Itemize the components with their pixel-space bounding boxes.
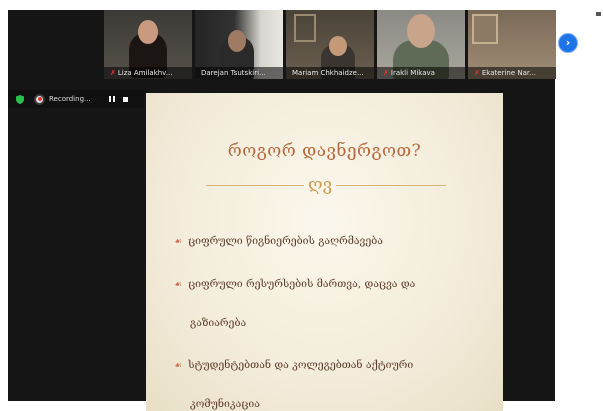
bullet-icon: ☙: [174, 361, 183, 371]
participant-name: Darejan Tsutskiri...: [195, 67, 283, 79]
mic-muted-icon: ✗: [474, 69, 480, 77]
person-face: [407, 14, 435, 48]
meeting-view: ✗ Liza Amilakhv... Darejan Tsutskiri... M…: [8, 10, 556, 411]
shield-icon[interactable]: [16, 94, 24, 104]
next-arrow-icon[interactable]: ›: [558, 33, 578, 53]
bullet-icon: ☙: [174, 280, 183, 290]
person-face: [228, 30, 246, 52]
participant-name-label: Darejan Tsutskiri...: [201, 69, 266, 77]
person-face: [138, 20, 158, 44]
participant-strip: ✗ Liza Amilakhv... Darejan Tsutskiri... M…: [104, 10, 556, 79]
bullet-item: ☙ ციფრული რესურსების მართვა, დაცვა და: [174, 278, 415, 290]
bullet-text: ციფრული რესურსების მართვა, დაცვა და: [188, 278, 416, 290]
participant-tile[interactable]: ✗ Ekaterine Nar...: [468, 10, 556, 79]
participant-name-label: Ekaterine Nar...: [481, 69, 536, 77]
bullet-item: ☙ სტუდენტებთან და კოლეგებთან აქტიური: [174, 359, 413, 371]
divider-left: [206, 185, 304, 186]
recording-bar: Recording...: [8, 90, 144, 108]
wall-picture: [472, 14, 498, 44]
shared-slide: როგორ დავნერგოთ? ღვ ☙ ციფრული წიგნიერების…: [146, 93, 503, 411]
participant-tile[interactable]: Mariam Chkhaidze...: [286, 10, 374, 79]
participant-name: Mariam Chkhaidze...: [286, 67, 374, 79]
bullet-text-continued: გაზიარება: [190, 317, 247, 329]
participant-tile[interactable]: ✗ Liza Amilakhv...: [104, 10, 192, 79]
ornament-icon: ღვ: [308, 175, 333, 195]
slide-title: როგორ დავნერგოთ?: [227, 141, 422, 161]
stop-icon[interactable]: [122, 96, 128, 102]
bullet-text-continued: კომუნიკაცია: [190, 398, 260, 410]
participant-tile[interactable]: ✗ Irakli Mikava: [377, 10, 465, 79]
participant-name: ✗ Ekaterine Nar...: [468, 67, 556, 79]
mic-muted-icon: ✗: [383, 69, 389, 77]
bullet-text: სტუდენტებთან და კოლეგებთან აქტიური: [188, 359, 414, 371]
divider-right: [336, 185, 446, 186]
person-face: [329, 36, 347, 56]
recording-label: Recording...: [49, 95, 91, 103]
window-control-icon[interactable]: [596, 12, 601, 16]
participant-name: ✗ Liza Amilakhv...: [104, 67, 192, 79]
participant-name: ✗ Irakli Mikava: [377, 67, 465, 79]
participant-tile[interactable]: Darejan Tsutskiri...: [195, 10, 283, 79]
participant-name-label: Irakli Mikava: [390, 69, 435, 77]
mic-muted-icon: ✗: [110, 69, 116, 77]
app-window: ✗ Liza Amilakhv... Darejan Tsutskiri... M…: [0, 0, 603, 411]
wall-picture: [294, 14, 316, 42]
bullet-icon: ☙: [174, 237, 183, 247]
bullet-text: ციფრული წიგნიერების გაღრმავება: [188, 235, 383, 247]
bullet-item: ☙ ციფრული წიგნიერების გაღრმავება: [174, 235, 383, 247]
record-icon: [34, 93, 45, 105]
participant-name-label: Mariam Chkhaidze...: [292, 69, 364, 77]
participant-name-label: Liza Amilakhv...: [117, 69, 173, 77]
pause-icon[interactable]: [108, 96, 115, 102]
